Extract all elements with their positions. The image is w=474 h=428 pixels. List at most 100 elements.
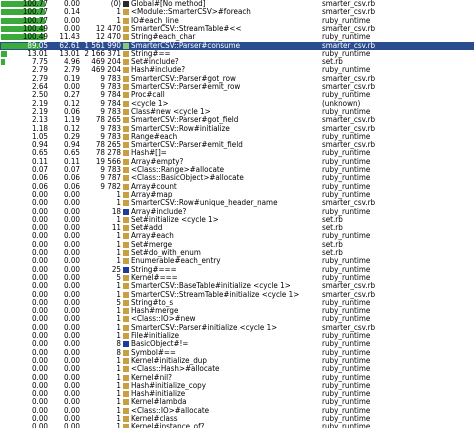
profile-row[interactable]: 2.64 0.00 9 783 SmarterCSV::Parser#emit_row… xyxy=(0,83,474,91)
self-percent-cell: 0.00 xyxy=(63,0,80,8)
call-count-cell: (0) xyxy=(110,0,121,8)
profile-row[interactable]: 1.18 0.12 9 783 SmarterCSV::Row#initialize s… xyxy=(0,125,474,133)
profile-row[interactable]: 0.94 0.94 78 265 SmarterCSV::Parser#emit_fi… xyxy=(0,141,474,149)
profile-row[interactable]: 0.00 0.00 8 Symbol#== ruby_runtime xyxy=(0,349,474,357)
profile-row[interactable]: 0.00 0.00 1 SmarterCSV::StreamTable#initial… xyxy=(0,291,474,299)
profile-row[interactable]: 0.00 0.00 8 BasicObject#!= ruby_runtime xyxy=(0,340,474,348)
profile-row[interactable]: 2.13 1.19 78 265 SmarterCSV::Parser#got_fie… xyxy=(0,116,474,124)
method-color-swatch xyxy=(123,117,129,124)
profile-row[interactable]: 100.77 0.14 1 <Module::SmarterCSV>#foreach s… xyxy=(0,8,474,16)
self-percent-cell: 0.00 xyxy=(63,207,80,216)
method-color-swatch xyxy=(123,266,129,273)
profile-row[interactable]: 0.00 0.00 1 Kernel#lambda ruby_runtime xyxy=(0,398,474,406)
method-name-cell: Class#new <cycle 1> xyxy=(131,107,211,116)
call-count-cell: 5 xyxy=(116,298,121,307)
method-name-cell: Hash#include? xyxy=(131,66,186,75)
self-percent-cell: 0.00 xyxy=(63,423,80,428)
self-percent-cell: 0.27 xyxy=(63,91,80,100)
total-percent-cell: 0.00 xyxy=(31,199,48,208)
profile-row[interactable]: 2.19 0.06 9 783 Class#new <cycle 1> ruby_run… xyxy=(0,108,474,116)
method-name-cell: Symbol#== xyxy=(131,348,176,357)
profile-row[interactable]: 0.00 0.00 1 Hash#initialize ruby_runtime xyxy=(0,390,474,398)
profile-row[interactable]: 0.00 0.00 1 Array#map ruby_runtime xyxy=(0,191,474,199)
profile-row[interactable]: 0.00 0.00 1 Hash#initialize_copy ruby_runtim… xyxy=(0,382,474,390)
profile-row[interactable]: 0.00 0.00 1 Kernel#class ruby_runtime xyxy=(0,415,474,423)
file-name-cell: smarter_csv.rb xyxy=(322,282,376,291)
self-percent-cell: 0.00 xyxy=(63,249,80,257)
total-percent-cell: 0.00 xyxy=(31,390,48,399)
profile-row[interactable]: 1.05 0.29 9 783 Range#each ruby_runtime xyxy=(0,133,474,141)
profile-row[interactable]: 2.19 0.12 9 784 <cycle 1> (unknown) xyxy=(0,100,474,108)
method-name-cell: Set#initialize <cycle 1> xyxy=(131,215,219,224)
self-percent-cell: 0.00 xyxy=(63,16,80,25)
profile-row[interactable]: 0.00 0.00 1 <Class::IO>#new ruby_runtime xyxy=(0,315,474,323)
profile-row[interactable]: 100.77 0.00 (0) Global#[No method] smarter_c… xyxy=(0,0,474,8)
profile-row[interactable]: 7.75 4.96 469 204 Set#include? set.rb xyxy=(0,58,474,66)
method-color-swatch xyxy=(123,17,129,24)
profile-row[interactable]: 0.00 0.00 5 String#to_s ruby_runtime xyxy=(0,299,474,307)
file-name-cell: smarter_csv.rb xyxy=(322,8,376,17)
call-count-cell: 1 xyxy=(116,390,121,399)
file-name-cell: ruby_runtime xyxy=(322,33,371,42)
profile-row[interactable]: 0.00 0.00 1 Array#each ruby_runtime xyxy=(0,232,474,240)
self-percent-cell: 0.11 xyxy=(63,157,80,166)
self-percent-cell: 0.29 xyxy=(63,132,80,141)
profile-row[interactable]: 0.06 0.06 9 782 Array#count ruby_runtime xyxy=(0,183,474,191)
profile-row[interactable]: 0.06 0.06 9 787 <Class::BasicObject>#alloca… xyxy=(0,174,474,182)
profile-row[interactable]: 0.00 0.00 1 Set#initialize <cycle 1> set.rb xyxy=(0,216,474,224)
profile-row[interactable]: 0.00 0.00 1 Kernel#nil? ruby_runtime xyxy=(0,374,474,382)
profile-row[interactable]: 0.00 0.00 1 SmarterCSV::Row#unique_header_n… xyxy=(0,199,474,207)
profile-row[interactable]: 100.49 11.43 12 470 String#each_char ruby_ru… xyxy=(0,33,474,41)
profile-row[interactable]: 0.00 0.00 5 Kernel#=== ruby_runtime xyxy=(0,274,474,282)
file-name-cell: ruby_runtime xyxy=(322,381,371,390)
call-count-cell: 1 xyxy=(116,332,121,340)
self-percent-cell: 0.00 xyxy=(63,232,80,241)
profile-row[interactable]: 0.00 0.00 1 Set#do_with_enum set.rb xyxy=(0,249,474,257)
file-name-cell: set.rb xyxy=(322,240,343,249)
profile-row[interactable]: 0.11 0.11 19 566 Array#empty? ruby_runtime xyxy=(0,158,474,166)
method-color-swatch xyxy=(123,67,129,74)
method-color-swatch xyxy=(123,92,129,99)
total-percent-cell: 0.00 xyxy=(31,298,48,307)
profile-row[interactable]: 100.77 0.00 1 IO#each_line ruby_runtime xyxy=(0,17,474,25)
profile-row[interactable]: 0.00 0.00 1 SmarterCSV::BaseTable#initializ… xyxy=(0,282,474,290)
total-percent-cell: 2.13 xyxy=(31,116,48,125)
profile-row[interactable]: 89.05 62.61 1 561 990 SmarterCSV::Parser#co… xyxy=(0,41,474,50)
profile-row[interactable]: 2.79 2.79 469 204 Hash#include? ruby_runtime xyxy=(0,66,474,74)
self-percent-cell: 0.00 xyxy=(63,215,80,224)
profile-row[interactable]: 2.79 0.19 9 783 SmarterCSV::Parser#got_row s… xyxy=(0,75,474,83)
profile-row[interactable]: 0.00 0.00 1 Hash#merge ruby_runtime xyxy=(0,307,474,315)
total-percent-cell: 0.00 xyxy=(31,415,48,423)
method-color-swatch xyxy=(123,1,129,7)
self-percent-cell: 0.00 xyxy=(63,415,80,423)
profile-row[interactable]: 0.00 0.00 1 Enumerable#each_entry ruby_runti… xyxy=(0,257,474,265)
file-name-cell: ruby_runtime xyxy=(322,315,371,324)
profile-row[interactable]: 0.07 0.07 9 783 <Class::Range>#allocate ruby… xyxy=(0,166,474,174)
profile-row[interactable]: 2.50 0.27 9 784 Proc#call ruby_runtime xyxy=(0,91,474,99)
method-name-cell: <cycle 1> xyxy=(131,99,169,108)
profile-row[interactable]: 0.00 0.00 1 Kernel#instance_of? ruby_runtime xyxy=(0,423,474,428)
self-percent-cell: 0.07 xyxy=(63,166,80,174)
method-name-cell: Array#count xyxy=(131,182,177,191)
file-name-cell: ruby_runtime xyxy=(322,166,371,174)
total-percent-cell: 0.00 xyxy=(31,365,48,374)
self-percent-cell: 0.00 xyxy=(63,240,80,249)
profile-row[interactable]: 0.00 0.00 25 String#=== ruby_runtime xyxy=(0,266,474,274)
profile-row[interactable]: 0.00 0.00 1 <Class::Hash>#allocate ruby_runt… xyxy=(0,365,474,373)
method-name-cell: Proc#call xyxy=(131,91,165,100)
profile-row[interactable]: 100.49 0.00 12 470 SmarterCSV::StreamTable#… xyxy=(0,25,474,33)
profile-row[interactable]: 0.00 0.00 1 Kernel#initialize_dup ruby_runti… xyxy=(0,357,474,365)
profile-row[interactable]: 0.00 0.00 11 Set#add set.rb xyxy=(0,224,474,232)
profile-row[interactable]: 0.00 0.00 1 <Class::IO>#allocate ruby_runtim… xyxy=(0,407,474,415)
method-name-cell: Hash#initialize xyxy=(131,390,186,399)
total-percent-cell: 0.00 xyxy=(31,240,48,249)
profile-row[interactable]: 0.65 0.65 78 278 Hash#[]= ruby_runtime xyxy=(0,149,474,157)
profile-row[interactable]: 0.00 0.00 1 Set#merge set.rb xyxy=(0,241,474,249)
method-name-cell: Kernel#initialize_dup xyxy=(131,356,207,365)
profile-row[interactable]: 13.01 13.01 2 166 371 String#== ruby_runtime xyxy=(0,50,474,58)
profile-row[interactable]: 0.00 0.00 18 Array#include? ruby_runtime xyxy=(0,208,474,216)
file-name-cell: ruby_runtime xyxy=(322,332,371,340)
total-percent-cell: 0.11 xyxy=(31,157,48,166)
profile-row[interactable]: 0.00 0.00 1 SmarterCSV::Parser#initialize <… xyxy=(0,324,474,332)
profile-row[interactable]: 0.00 0.00 1 File#initialize ruby_runtime xyxy=(0,332,474,340)
